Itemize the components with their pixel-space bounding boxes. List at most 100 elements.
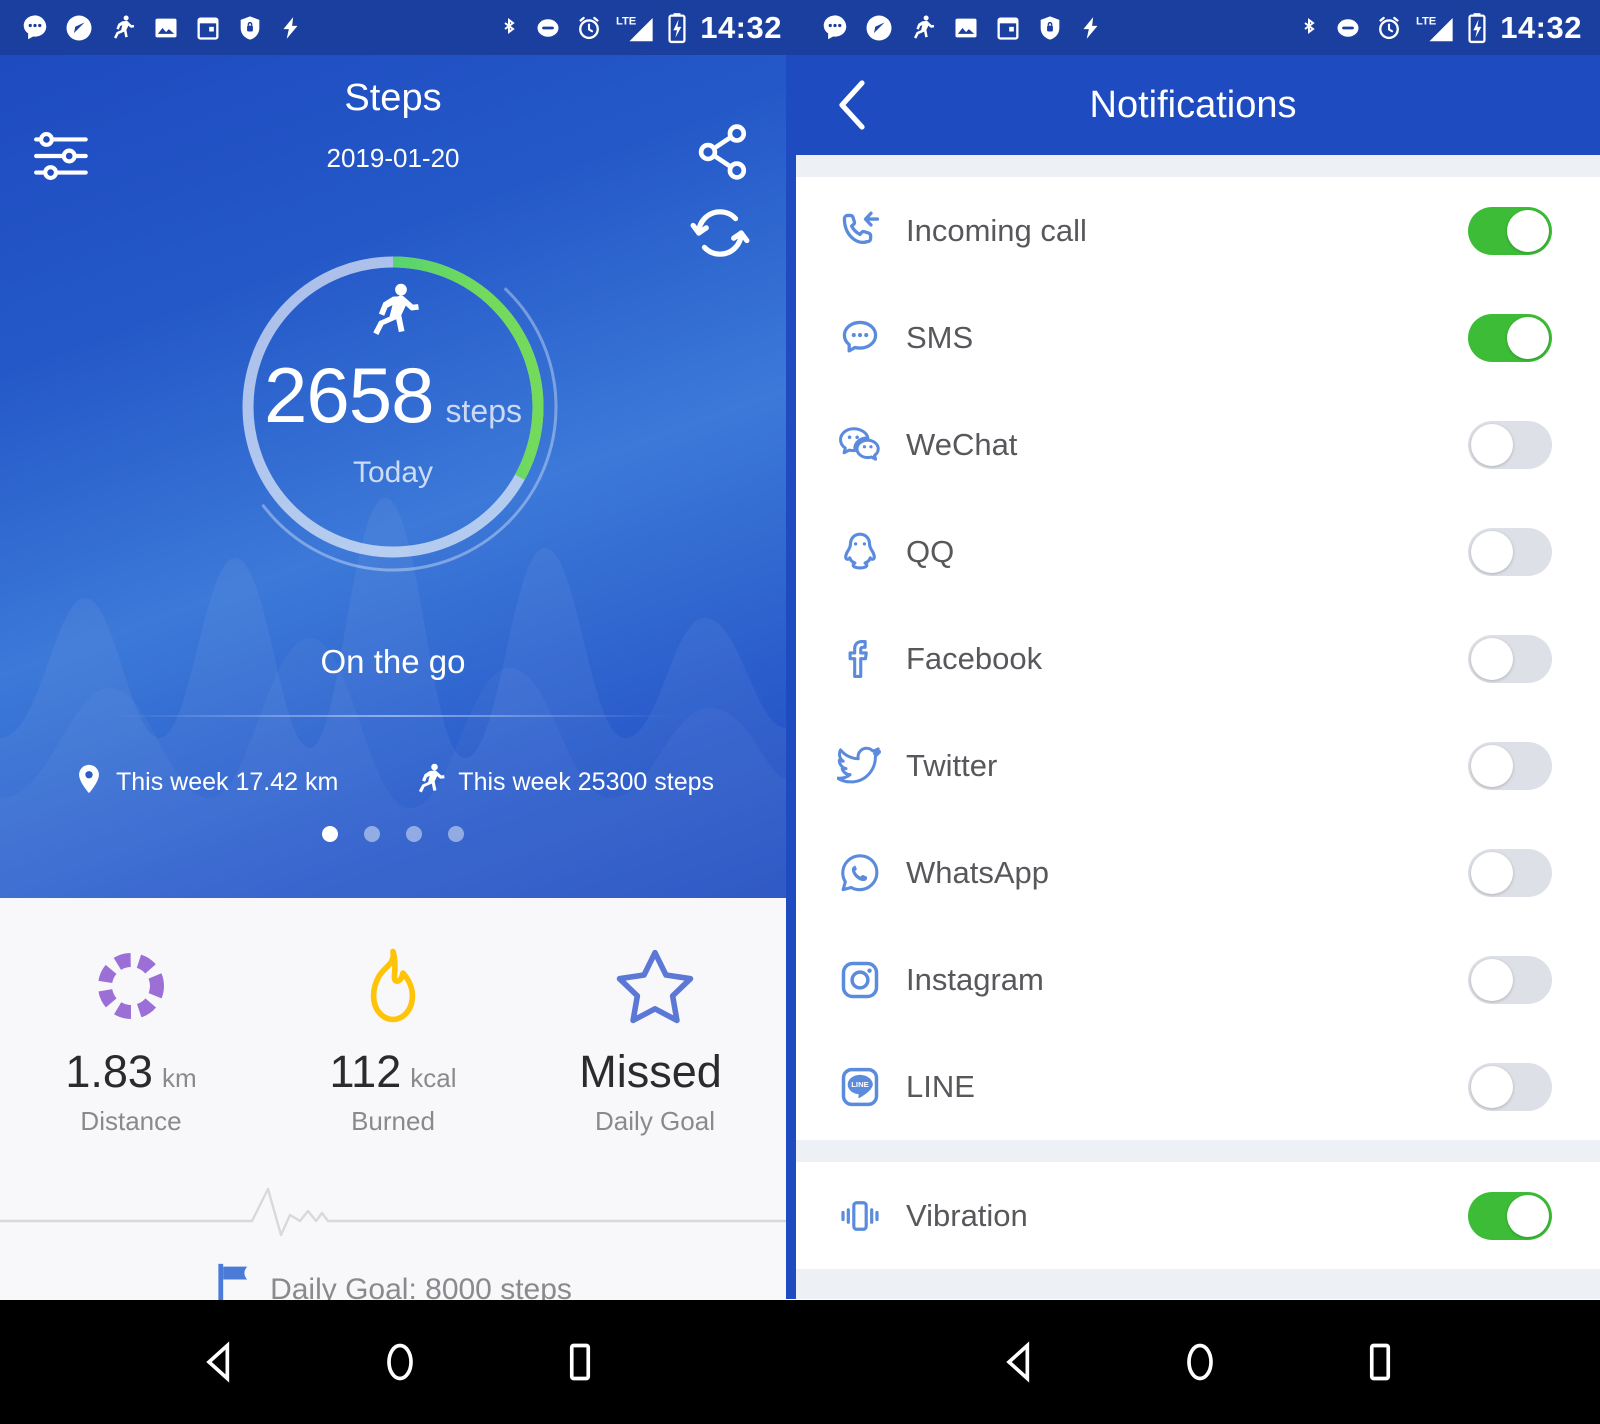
notification-row-facebook[interactable]: Facebook <box>796 605 1600 712</box>
recents-square-icon[interactable] <box>1358 1340 1402 1384</box>
bottom-separator-band <box>786 1269 1600 1299</box>
status-bar-right-icons <box>820 13 1104 43</box>
notifications-list: Incoming call SMS WeChat QQ Facebook Twi… <box>786 177 1600 1140</box>
notification-toggle-sms[interactable] <box>1468 313 1552 362</box>
notification-row-qq[interactable]: QQ <box>796 498 1600 605</box>
stat-distance-value-row: 1.83 km <box>65 1046 196 1098</box>
stat-distance-unit: km <box>161 1063 197 1093</box>
running-icon <box>412 761 448 804</box>
stat-distance-label: Distance <box>80 1106 182 1136</box>
notification-row-sms[interactable]: SMS <box>796 284 1600 391</box>
notification-toggle-qq[interactable] <box>1468 527 1552 576</box>
toggle-knob <box>1507 316 1549 359</box>
home-circle-icon[interactable] <box>378 1340 422 1384</box>
home-circle-icon[interactable] <box>1178 1340 1222 1384</box>
sync-icon[interactable] <box>682 195 758 271</box>
steps-period: Today <box>352 455 434 489</box>
page-dot-1[interactable] <box>322 826 338 842</box>
toggle-knob <box>1471 530 1513 573</box>
notification-row-whatsapp[interactable]: WhatsApp <box>796 819 1600 926</box>
toggle-knob <box>1471 423 1513 466</box>
notifications-title: Notifications <box>1089 83 1297 126</box>
photo-icon <box>952 14 980 42</box>
status-bar-left-right-icons: LTE 14:32 <box>497 10 782 46</box>
recents-square-icon[interactable] <box>558 1340 602 1384</box>
stat-burned-value-row: 112 kcal <box>330 1046 457 1098</box>
week-distance-item: This week 17.42 km <box>72 762 338 803</box>
notification-toggle-facebook[interactable] <box>1468 634 1552 683</box>
notification-row-wechat[interactable]: WeChat <box>796 391 1600 498</box>
week-steps-text: This week 25300 steps <box>458 768 714 796</box>
notification-row-vibration[interactable]: Vibration <box>796 1162 1600 1269</box>
stat-goal-value-row: Missed <box>579 1046 731 1098</box>
lte-signal-icon: LTE <box>616 13 654 43</box>
alarm-icon <box>1375 14 1403 42</box>
running-icon <box>361 279 425 348</box>
steps-value-line: 2658 steps <box>264 356 522 434</box>
heartbeat-line-icon <box>0 1187 786 1237</box>
share-icon[interactable] <box>688 117 758 187</box>
toggle-knob <box>1507 1194 1549 1237</box>
notification-toggle-instagram[interactable] <box>1468 955 1552 1004</box>
steps-ring-center: 2658 steps Today <box>193 207 593 607</box>
notification-label: Vibration <box>906 1197 1028 1233</box>
do-not-disturb-icon <box>534 14 562 42</box>
stat-goal-value: Missed <box>579 1046 722 1097</box>
battery-charging-icon <box>667 12 687 44</box>
page-dot-3[interactable] <box>406 826 422 842</box>
page-dot-4[interactable] <box>448 826 464 842</box>
android-nav-left <box>0 1300 800 1424</box>
notification-toggle-wechat[interactable] <box>1468 420 1552 469</box>
stat-burned-unit: kcal <box>410 1063 457 1093</box>
message-icon <box>20 13 50 43</box>
notification-row-twitter[interactable]: Twitter <box>796 712 1600 819</box>
facebook-icon <box>834 637 886 681</box>
twitter-icon <box>834 745 886 787</box>
notification-toggle-twitter[interactable] <box>1468 741 1552 790</box>
notification-toggle-incoming-call[interactable] <box>1468 206 1552 255</box>
status-bar-time-right: 14:32 <box>1500 9 1582 45</box>
do-not-disturb-icon <box>1334 14 1362 42</box>
stat-distance-value: 1.83 <box>65 1046 153 1097</box>
notification-label: QQ <box>906 533 955 569</box>
toggle-knob <box>1471 637 1513 680</box>
page-dot-2[interactable] <box>364 826 380 842</box>
notification-row-incoming-call[interactable]: Incoming call <box>796 177 1600 284</box>
stat-distance[interactable]: 1.83 km Distance <box>0 940 262 1137</box>
steps-hero: Steps 2019-01-20 2658 steps Today On the… <box>0 55 786 898</box>
stat-burned[interactable]: 112 kcal Burned <box>262 940 524 1137</box>
whatsapp-icon <box>834 851 886 895</box>
shield-lock-icon <box>1036 14 1064 42</box>
week-steps-item: This week 25300 steps <box>412 761 714 804</box>
stat-burned-label: Burned <box>351 1106 435 1136</box>
page-indicator-dots[interactable] <box>0 826 786 842</box>
hero-divider <box>113 715 673 717</box>
notification-label: WeChat <box>906 426 1018 462</box>
activity-status: On the go <box>320 643 466 680</box>
notification-row-line[interactable]: LINE LINE <box>796 1033 1600 1140</box>
notification-label: WhatsApp <box>906 854 1050 890</box>
android-nav-right <box>800 1300 1600 1424</box>
daily-goal-row[interactable]: Daily Goal: 8000 steps <box>0 1262 786 1300</box>
week-distance-text: This week 17.42 km <box>116 768 339 796</box>
message-icon <box>820 13 850 43</box>
notification-label: Twitter <box>906 747 998 783</box>
notifications-appbar: Notifications <box>786 55 1600 155</box>
back-triangle-icon[interactable] <box>998 1340 1042 1384</box>
stat-daily-goal[interactable]: Missed Daily Goal <box>524 940 786 1137</box>
notification-toggle-line[interactable] <box>1468 1062 1552 1111</box>
steps-screen: Steps 2019-01-20 2658 steps Today On the… <box>0 55 786 1300</box>
back-triangle-icon[interactable] <box>198 1340 242 1384</box>
stats-row: 1.83 km Distance 112 kcal Burned Missed … <box>0 898 786 1151</box>
notification-label: LINE <box>906 1068 975 1104</box>
page-title: Steps <box>344 77 442 119</box>
notification-toggle-whatsapp[interactable] <box>1468 848 1552 897</box>
calendar-icon <box>994 14 1022 42</box>
notification-row-instagram[interactable]: Instagram <box>796 926 1600 1033</box>
toggle-knob <box>1471 1065 1513 1108</box>
notification-label: Instagram <box>906 961 1044 997</box>
status-bar-left-icons <box>20 13 304 43</box>
notifications-screen: Notifications Incoming call SMS WeChat Q… <box>786 55 1600 1300</box>
line-icon: LINE <box>834 1065 886 1109</box>
notification-toggle-vibration[interactable] <box>1468 1191 1552 1240</box>
